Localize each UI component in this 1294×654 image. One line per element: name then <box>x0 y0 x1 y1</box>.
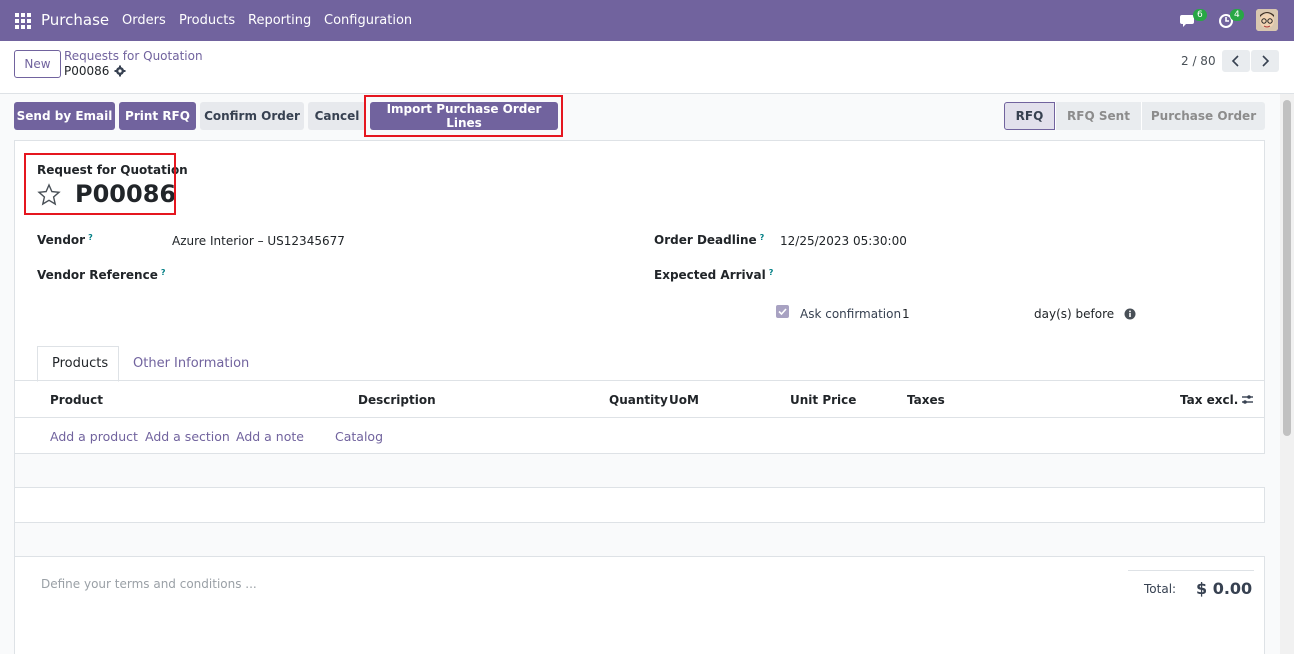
app-name[interactable]: Purchase <box>41 11 109 29</box>
pager-next-button[interactable] <box>1251 50 1279 72</box>
activities-badge: 4 <box>1230 9 1244 21</box>
status-step-purchase-order[interactable]: Purchase Order <box>1141 102 1265 130</box>
total-value: $ 0.00 <box>1196 579 1253 598</box>
vendor-label: Vendor? <box>37 233 93 247</box>
terms-and-conditions-input[interactable]: Define your terms and conditions ... <box>41 577 257 591</box>
order-deadline-field[interactable]: 12/25/2023 05:30:00 <box>780 234 907 248</box>
chevron-right-icon <box>1262 55 1270 67</box>
empty-row <box>15 523 1265 556</box>
help-icon[interactable]: ? <box>88 233 93 242</box>
column-unit-price[interactable]: Unit Price <box>790 393 856 407</box>
tabs-divider <box>15 380 1265 381</box>
column-tax-excl[interactable]: Tax excl. <box>1180 393 1238 407</box>
user-avatar[interactable] <box>1256 9 1278 31</box>
status-step-rfq[interactable]: RFQ <box>1004 102 1055 130</box>
menu-reporting[interactable]: Reporting <box>248 13 311 28</box>
column-taxes[interactable]: Taxes <box>907 393 945 407</box>
breadcrumb-current: P00086 <box>64 64 110 78</box>
confirm-order-button[interactable]: Confirm Order <box>200 102 304 130</box>
add-section-link[interactable]: Add a section <box>145 429 230 444</box>
chevron-left-icon <box>1231 55 1239 67</box>
vendor-reference-label: Vendor Reference? <box>37 268 166 282</box>
header-divider <box>15 417 1265 418</box>
print-rfq-button[interactable]: Print RFQ <box>119 102 196 130</box>
column-quantity[interactable]: Quantity <box>609 393 668 407</box>
expected-arrival-field[interactable] <box>780 268 1240 286</box>
menu-orders[interactable]: Orders <box>122 13 166 28</box>
total-divider <box>1128 570 1254 571</box>
help-icon[interactable]: ? <box>769 268 774 277</box>
add-product-link[interactable]: Add a product <box>50 429 138 444</box>
gear-icon[interactable] <box>114 65 126 77</box>
control-panel: New Requests for Quotation P00086 2 / 80 <box>0 41 1294 94</box>
row-divider <box>15 487 1265 488</box>
tab-products-label[interactable]: Products <box>52 356 108 371</box>
catalog-link[interactable]: Catalog <box>335 429 383 444</box>
pager-previous-button[interactable] <box>1222 50 1250 72</box>
tab-other-information[interactable]: Other Information <box>133 356 249 371</box>
messages-badge: 6 <box>1193 9 1207 21</box>
checkmark-icon <box>778 308 787 316</box>
column-product[interactable]: Product <box>50 393 103 407</box>
ask-confirmation-checkbox[interactable] <box>776 305 789 318</box>
ask-confirmation-days-field[interactable]: 1 <box>902 307 910 321</box>
status-step-rfq-sent[interactable]: RFQ Sent <box>1055 102 1141 130</box>
empty-row <box>15 454 1265 487</box>
vendor-reference-field[interactable] <box>172 268 612 286</box>
optional-columns-icon[interactable] <box>1241 393 1254 406</box>
row-divider <box>15 556 1265 557</box>
help-icon[interactable]: ? <box>161 268 166 277</box>
cancel-button[interactable]: Cancel <box>308 102 366 130</box>
menu-products[interactable]: Products <box>179 13 235 28</box>
days-before-label: day(s) before <box>1034 307 1115 321</box>
scrollbar-thumb[interactable] <box>1283 100 1291 436</box>
add-note-link[interactable]: Add a note <box>236 429 304 444</box>
column-uom[interactable]: UoM <box>669 393 699 407</box>
highlight-box-title <box>24 153 176 215</box>
new-button[interactable]: New <box>14 50 61 78</box>
status-bar: RFQ RFQ Sent Purchase Order <box>1004 102 1265 130</box>
apps-menu-icon[interactable] <box>15 13 31 29</box>
menu-configuration[interactable]: Configuration <box>324 13 412 28</box>
highlight-box-import <box>364 95 563 137</box>
breadcrumb-parent[interactable]: Requests for Quotation <box>64 49 203 63</box>
order-deadline-label: Order Deadline? <box>654 233 765 247</box>
expected-arrival-label: Expected Arrival? <box>654 268 774 282</box>
vendor-field[interactable]: Azure Interior – US12345677 <box>172 234 345 248</box>
column-description[interactable]: Description <box>358 393 436 407</box>
top-navbar: Purchase Orders Products Reporting Confi… <box>0 0 1294 41</box>
help-icon[interactable]: ? <box>760 233 765 242</box>
ask-confirmation-label: Ask confirmation <box>800 307 902 321</box>
total-label: Total: <box>1144 582 1177 596</box>
pager-value[interactable]: 2 / 80 <box>1181 54 1216 68</box>
info-icon[interactable] <box>1124 308 1136 320</box>
send-by-email-button[interactable]: Send by Email <box>14 102 115 130</box>
